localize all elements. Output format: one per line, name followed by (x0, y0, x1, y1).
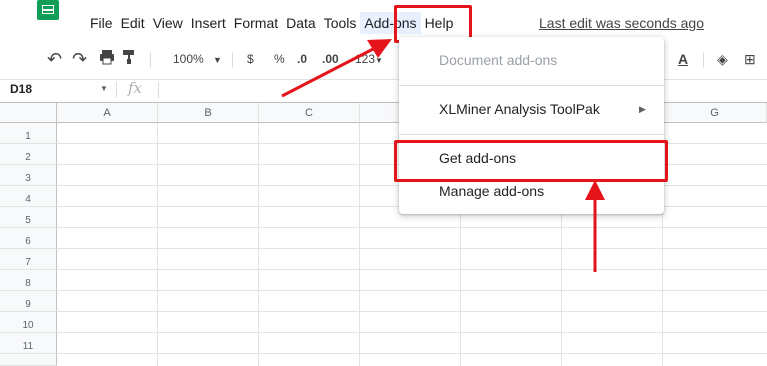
arrow-to-addons-head (367, 39, 392, 58)
arrow-to-get-addons-head (585, 180, 605, 200)
annotation-arrows (281, 39, 605, 272)
arrow-to-addons-line (281, 46, 376, 98)
